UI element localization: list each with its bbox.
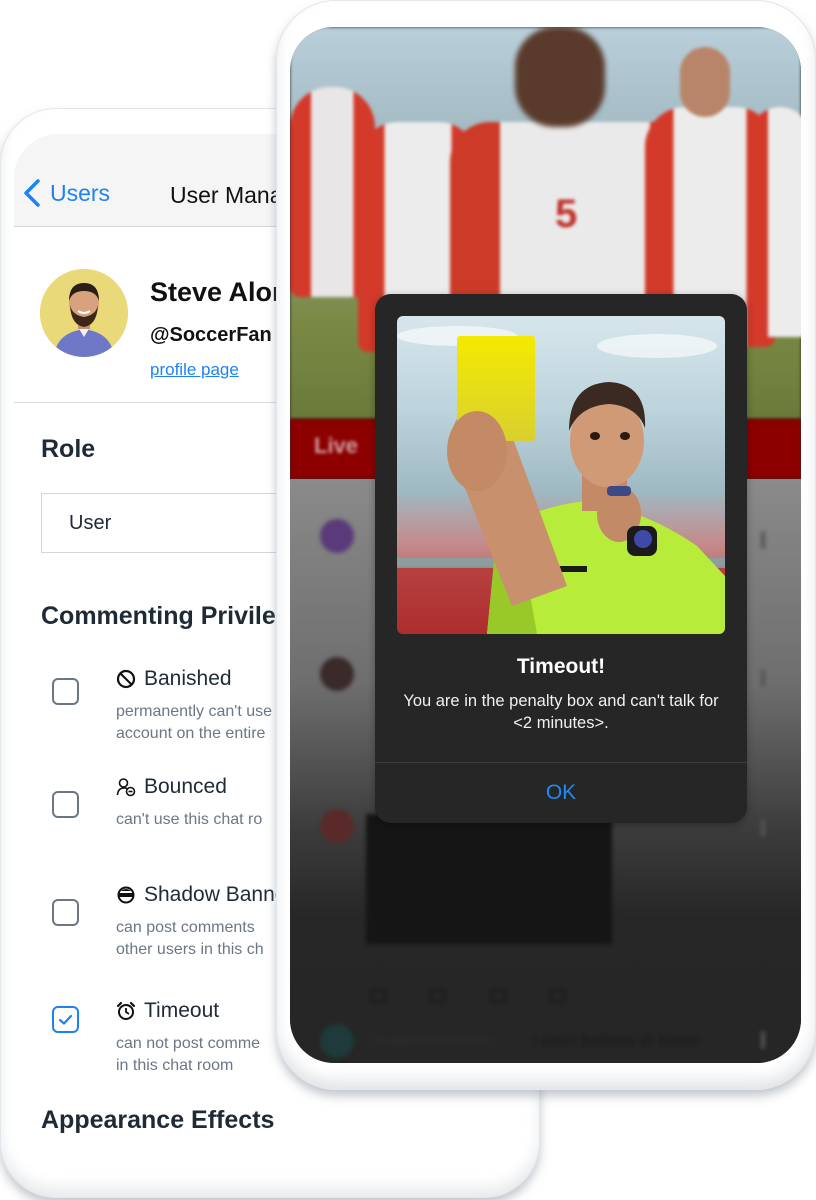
privilege-description: permanently can't use account on the ent… — [116, 703, 273, 742]
commenter-avatar — [320, 809, 354, 843]
avatar — [40, 269, 128, 357]
reply-icon[interactable] — [490, 989, 506, 1003]
right-phone-frame: 5 Live GoalkeeperMikey I can't believe i… — [276, 0, 816, 1090]
commenter-avatar — [320, 519, 354, 553]
chevron-left-icon — [24, 179, 40, 207]
dislike-icon[interactable] — [430, 989, 446, 1003]
back-button[interactable]: Users — [22, 178, 110, 208]
referee-yellow-card-image — [397, 316, 725, 634]
timeout-checkbox[interactable] — [52, 1006, 79, 1033]
bounced-checkbox[interactable] — [52, 791, 79, 818]
privilege-description: can post comments other users in this ch — [116, 919, 264, 958]
commenter-avatar — [320, 1024, 354, 1058]
live-label: Live — [314, 433, 359, 458]
user-handle: @SoccerFan — [150, 324, 272, 346]
more-options-icon[interactable] — [761, 531, 765, 549]
appearance-effects-heading: Appearance Effects — [41, 1106, 275, 1134]
profile-page-link[interactable]: profile page — [150, 360, 239, 380]
role-select-value: User — [69, 512, 112, 534]
more-options-icon[interactable] — [761, 669, 765, 687]
timeout-alert-dialog: Timeout! You are in the penalty box and … — [375, 294, 747, 823]
privilege-label: Bounced — [144, 775, 227, 798]
more-options-icon[interactable] — [761, 1031, 765, 1049]
privilege-description: can't use this chat ro — [116, 811, 263, 828]
banished-checkbox[interactable] — [52, 678, 79, 705]
share-icon[interactable] — [550, 989, 566, 1003]
alarm-clock-icon — [116, 1001, 136, 1020]
checkmark-icon — [58, 1014, 73, 1025]
comment-gif-image — [366, 814, 612, 944]
privilege-label: Banished — [144, 667, 232, 690]
more-options-icon[interactable] — [761, 819, 765, 837]
alert-title: Timeout! — [516, 655, 606, 678]
prohibited-icon — [116, 669, 136, 689]
user-photo — [40, 269, 128, 357]
commenter-username: GoalkeeperMikey — [366, 1031, 499, 1050]
alert-message: You are in the penalty box and can't tal… — [403, 692, 719, 732]
shadow-banned-checkbox[interactable] — [52, 899, 79, 926]
live-chat-screen: 5 Live GoalkeeperMikey I can't believe i… — [290, 27, 801, 1063]
like-icon[interactable] — [370, 989, 386, 1003]
comment-actions — [370, 989, 566, 1003]
ok-button[interactable]: OK — [375, 763, 747, 823]
privilege-description: can not post comme in this chat room — [116, 1035, 261, 1074]
user-minus-icon — [116, 778, 136, 797]
privilege-label: Timeout — [144, 999, 220, 1022]
role-heading: Role — [41, 435, 96, 463]
commenter-avatar — [320, 657, 354, 691]
back-button-label: Users — [50, 179, 111, 206]
referee-illustration — [397, 326, 725, 634]
comment-text: I can't believe it! Nooo — [532, 1031, 699, 1050]
incognito-icon — [117, 886, 135, 904]
